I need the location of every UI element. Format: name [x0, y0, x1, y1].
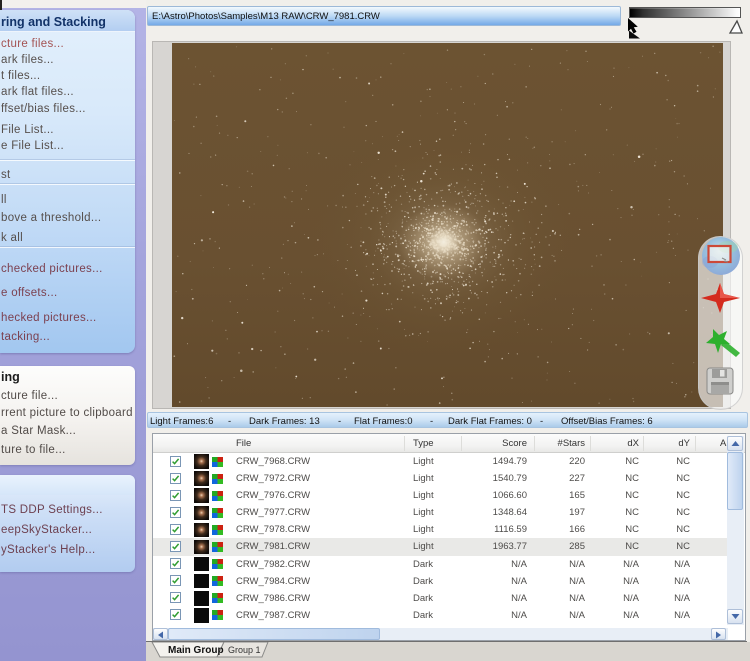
svg-text:Group 1: Group 1: [228, 645, 261, 655]
svg-text:Main Group: Main Group: [168, 645, 224, 656]
